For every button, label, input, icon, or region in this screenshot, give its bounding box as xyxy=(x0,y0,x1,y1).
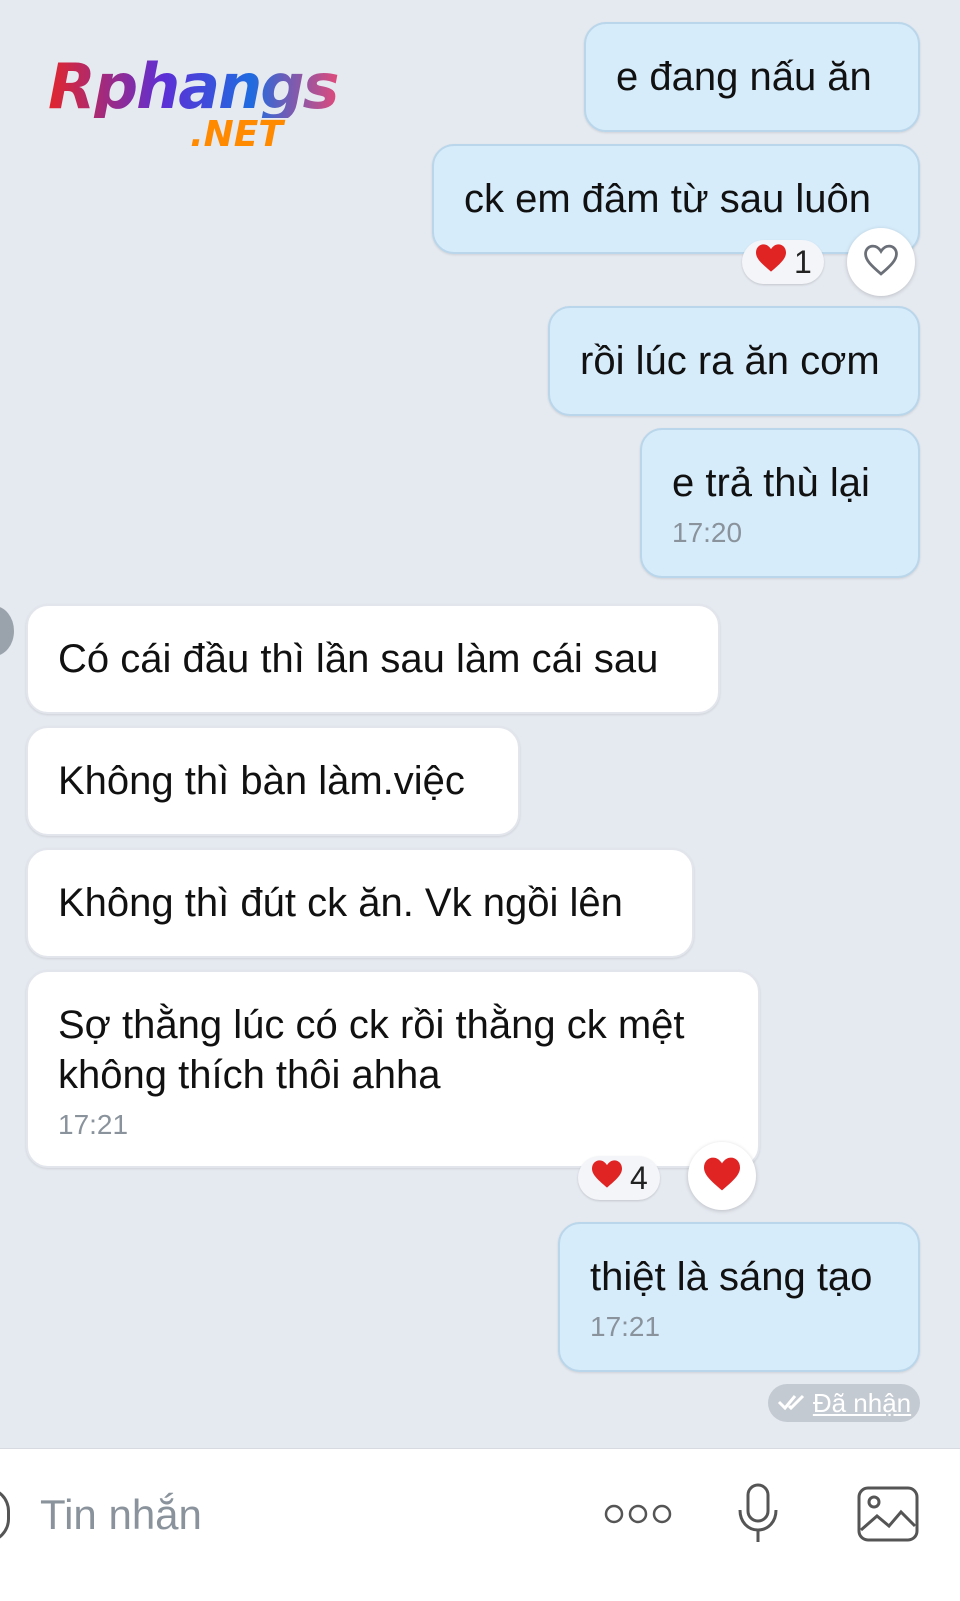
react-button[interactable] xyxy=(688,1142,756,1210)
reaction-count[interactable]: 1 xyxy=(742,240,824,284)
heart-icon xyxy=(702,1156,742,1197)
composer-bar xyxy=(0,1448,960,1601)
received-status-badge[interactable]: Đã nhận xyxy=(768,1384,920,1422)
message-text: ck em đâm từ sau luôn xyxy=(464,177,871,221)
received-message[interactable]: Không thì bàn làm.việc xyxy=(26,726,520,836)
reaction-count-value: 1 xyxy=(794,243,812,280)
reaction-count-value: 4 xyxy=(630,1159,648,1196)
sent-message[interactable]: e đang nấu ăn xyxy=(584,22,920,132)
avatar[interactable] xyxy=(0,606,14,656)
received-message[interactable]: Có cái đầu thì lần sau làm cái sau xyxy=(26,604,720,714)
microphone-icon[interactable] xyxy=(730,1479,786,1549)
message-text: Không thì bàn làm.việc xyxy=(58,759,465,803)
message-time: 17:20 xyxy=(672,517,743,548)
image-icon[interactable] xyxy=(856,1479,920,1549)
react-button[interactable] xyxy=(847,228,915,296)
message-text: Không thì đút ck ăn. Vk ngồi lên xyxy=(58,881,623,925)
chat-thread: Rphangs .NET e đang nấu ăn ck em đâm từ … xyxy=(0,0,960,1480)
double-check-icon xyxy=(777,1388,807,1419)
message-text: thiệt là sáng tạo xyxy=(590,1255,873,1299)
received-message[interactable]: Không thì đút ck ăn. Vk ngồi lên xyxy=(26,848,694,958)
message-text: e đang nấu ăn xyxy=(616,55,872,99)
message-time: 17:21 xyxy=(590,1311,661,1342)
more-options-icon[interactable] xyxy=(600,1479,676,1549)
heart-icon xyxy=(590,1159,624,1197)
message-text: e trả thù lại xyxy=(672,461,870,505)
received-status-label: Đã nhận xyxy=(812,1387,912,1418)
sent-message[interactable]: ck em đâm từ sau luôn xyxy=(432,144,920,254)
reaction-count[interactable]: 4 xyxy=(578,1156,660,1200)
message-text: rồi lúc ra ăn cơm xyxy=(580,339,880,383)
message-text: Có cái đầu thì lần sau làm cái sau xyxy=(58,637,659,681)
message-input[interactable] xyxy=(38,1479,582,1551)
received-message[interactable]: Sợ thằng lúc có ck rồi thằng ck mệt khôn… xyxy=(26,970,760,1168)
message-text: Sợ thằng lúc có ck rồi thằng ck mệt khôn… xyxy=(58,1003,685,1097)
heart-outline-icon xyxy=(862,243,900,282)
watermark-main-text: Rphangs xyxy=(48,50,340,123)
heart-icon xyxy=(754,243,788,281)
sticker-icon[interactable] xyxy=(0,1487,10,1543)
sent-message[interactable]: thiệt là sáng tạo 17:21 xyxy=(558,1222,920,1372)
watermark-logo: Rphangs .NET xyxy=(48,50,340,154)
message-time: 17:21 xyxy=(58,1109,129,1140)
sent-message[interactable]: rồi lúc ra ăn cơm xyxy=(548,306,920,416)
sent-message[interactable]: e trả thù lại 17:20 xyxy=(640,428,920,578)
